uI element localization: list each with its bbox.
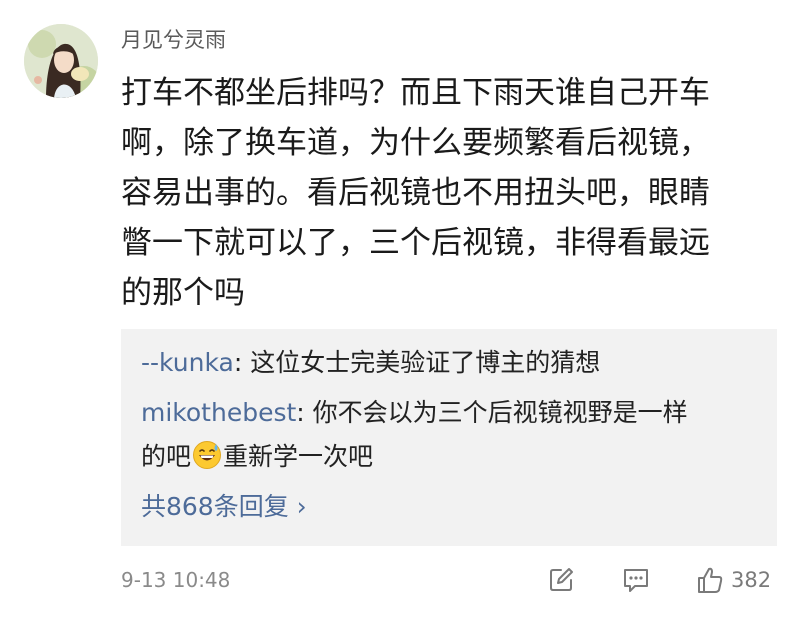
reply-text: 这位女士完美验证了博主的猜想 [250,348,601,377]
edit-button[interactable] [547,562,575,598]
replies-panel: --kunka: 这位女士完美验证了博主的猜想 mikothebest: 你不会… [121,329,777,546]
comment-body: 打车不都坐后排吗？而且下雨天谁自己开车 啊，除了换车道，为什么要频繁看后视镜， … [121,68,761,318]
grinning-sweat-emoji-icon [193,441,222,469]
reply-button[interactable] [621,562,651,598]
comment-card: 月见兮灵雨 打车不都坐后排吗？而且下雨天谁自己开车 啊，除了换车道，为什么要频繁… [0,0,800,623]
author-name[interactable]: 月见兮灵雨 [121,26,226,54]
like-count: 382 [731,568,772,592]
comment-icon [624,569,648,592]
reply-separator: : [296,398,313,427]
comment-body-line: 的那个吗 [121,275,245,311]
timestamp: 9-13 10:48 [121,568,231,592]
avatar[interactable] [24,24,98,98]
reply-username[interactable]: mikothebest [141,398,296,427]
reply-text: 重新学一次吧 [223,442,374,471]
avatar-illustration-icon [24,24,98,98]
comment-body-line: 瞥一下就可以了，三个后视镜，非得看最远 [121,225,710,261]
comment-body-line: 啊，除了换车道，为什么要频繁看后视镜， [121,125,710,161]
reply-username[interactable]: --kunka [141,348,234,377]
comment-body-line: 容易出事的。看后视镜也不用扭头吧，眼睛 [121,175,710,211]
reply-text: 你不会以为三个后视镜视野是一样 [312,398,688,427]
reply-line: mikothebest: 你不会以为三个后视镜视野是一样 [141,391,761,435]
reply-line: --kunka: 这位女士完美验证了博主的猜想 [141,341,761,385]
comment-footer: 9-13 10:48 382 [121,560,781,600]
like-button[interactable]: 382 [695,562,771,598]
view-all-replies-link[interactable]: 共868条回复 › [141,487,307,527]
edit-icon [550,568,573,591]
reply-separator: : [233,348,251,377]
reply-line: 的吧 重新学一次吧 [141,435,761,479]
reply-text: 的吧 [141,442,192,471]
reply-item[interactable]: --kunka: 这位女士完美验证了博主的猜想 [141,341,761,385]
reply-item[interactable]: mikothebest: 你不会以为三个后视镜视野是一样 的吧 重新学一次吧 [141,391,761,479]
thumbs-up-icon [698,567,723,593]
comment-body-line: 打车不都坐后排吗？而且下雨天谁自己开车 [121,75,710,111]
